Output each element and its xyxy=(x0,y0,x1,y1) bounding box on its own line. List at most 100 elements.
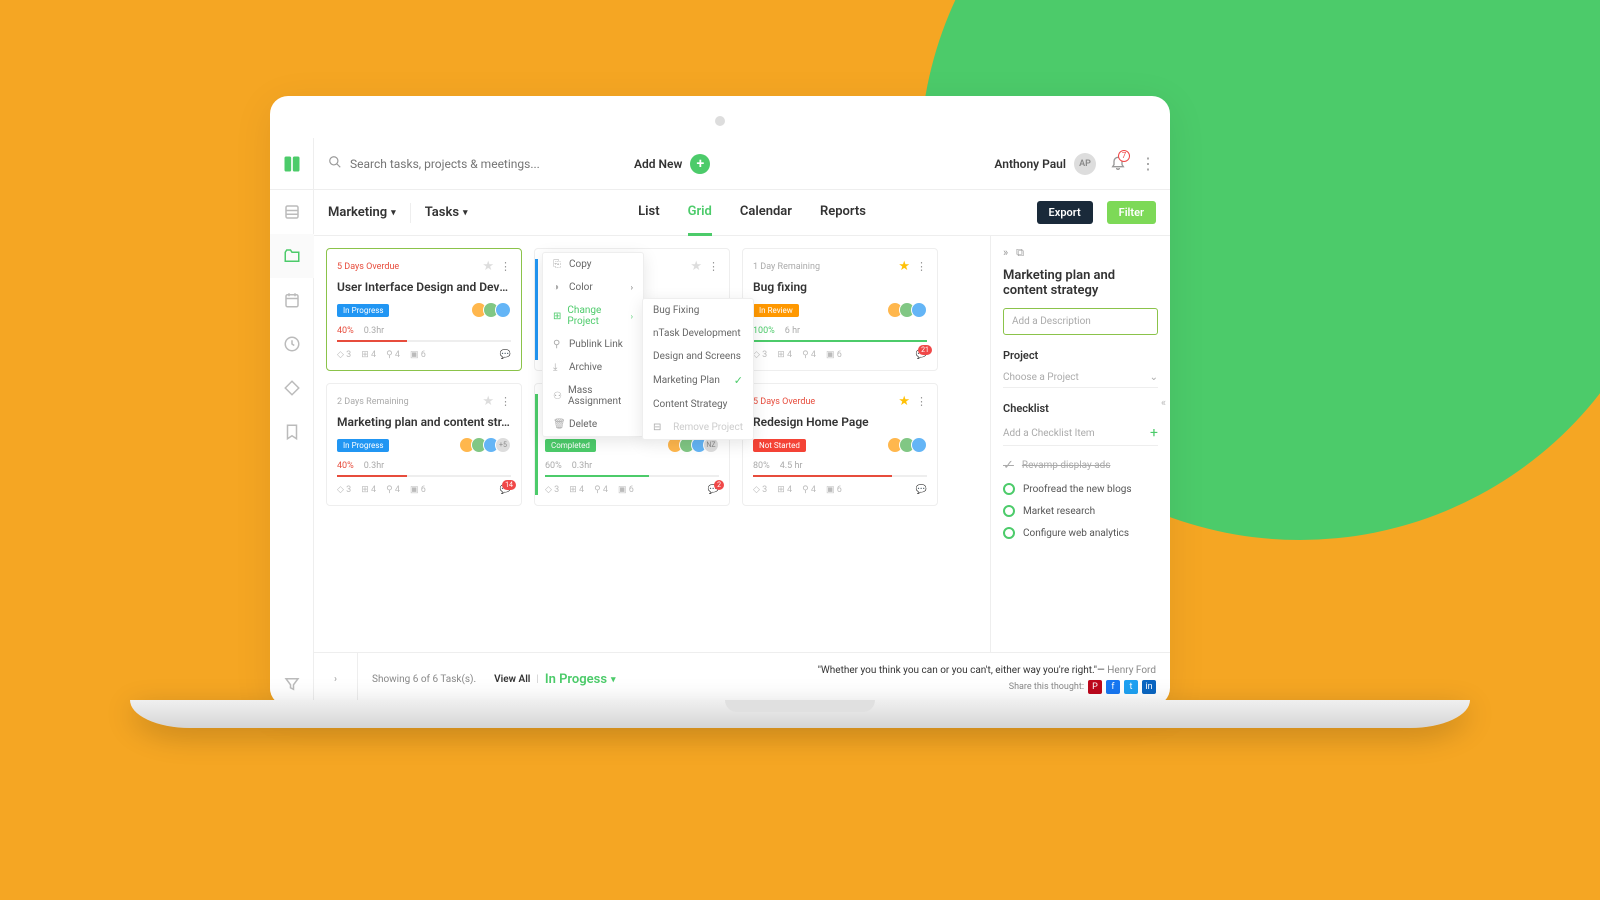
context-menu-item[interactable]: 🗑Delete xyxy=(543,413,643,436)
subheader: Marketing ▾ Tasks ▾ List Grid Calendar R… xyxy=(314,190,1170,236)
panel-expand-icon[interactable]: » xyxy=(1003,246,1008,260)
project-select[interactable]: Choose a Project ⌄ xyxy=(1003,368,1158,388)
meta-subtasks: ⊞ 4 xyxy=(777,350,792,360)
task-card[interactable]: 1 Day Remaining ★ ⋮ Bug fixing In Review… xyxy=(742,248,938,371)
nav-diamond-icon[interactable] xyxy=(270,366,314,410)
checklist-item[interactable]: Configure web analytics xyxy=(1003,527,1158,539)
checklist-item[interactable]: Market research xyxy=(1003,505,1158,517)
nav-time-icon[interactable] xyxy=(270,322,314,366)
tab-list[interactable]: List xyxy=(638,190,659,236)
star-icon[interactable]: ★ xyxy=(898,394,910,409)
comments-icon[interactable]: 💬21 xyxy=(916,350,927,360)
star-icon[interactable]: ★ xyxy=(482,259,494,274)
add-checklist-icon[interactable]: + xyxy=(1150,425,1158,441)
tab-reports[interactable]: Reports xyxy=(820,190,866,236)
project-submenu: Bug FixingnTask DevelopmentDesign and Sc… xyxy=(642,298,754,440)
facebook-icon[interactable]: f xyxy=(1106,680,1120,694)
submenu-item[interactable]: Marketing Plan✓ xyxy=(643,368,753,393)
nav-bookmark-icon[interactable] xyxy=(270,410,314,454)
meta-priority: ◇ 3 xyxy=(753,350,767,360)
search-icon xyxy=(328,154,342,173)
comments-icon[interactable]: 💬 xyxy=(916,485,927,495)
panel-collapse-icon[interactable]: « xyxy=(1161,396,1166,409)
context-menu-item[interactable]: ⚇Mass Assignment xyxy=(543,379,643,413)
card-menu-icon[interactable]: ⋮ xyxy=(916,260,927,273)
submenu-item: ⊟Remove Project xyxy=(643,416,753,439)
submenu-item[interactable]: Design and Screens xyxy=(643,345,753,368)
context-menu: ⎘Copy◑Color›⊞Change Project›⚲Publink Lin… xyxy=(542,252,644,437)
status-badge: Completed xyxy=(545,439,596,452)
due-label: 1 Day Remaining xyxy=(753,262,820,272)
due-label: 5 Days Overdue xyxy=(337,262,399,272)
nav-board-icon[interactable] xyxy=(270,190,314,234)
add-new-button[interactable]: Add New + xyxy=(634,154,710,174)
filter-button[interactable]: Filter xyxy=(1107,201,1156,224)
assignee-avatars xyxy=(887,437,927,453)
view-all-link[interactable]: View All xyxy=(494,674,530,685)
panel-title: Marketing plan and content strategy xyxy=(1003,268,1158,298)
context-menu-item[interactable]: ◑Color› xyxy=(543,276,643,299)
meta-subtasks: ⊞ 4 xyxy=(777,485,792,495)
meta-images: ▣ 6 xyxy=(826,350,842,360)
status-badge: In Progress xyxy=(337,304,389,317)
star-icon[interactable]: ★ xyxy=(898,259,910,274)
tab-calendar[interactable]: Calendar xyxy=(740,190,792,236)
task-card[interactable]: 5 Days Overdue ★ ⋮ Redesign Home Page No… xyxy=(742,383,938,506)
card-menu-icon[interactable]: ⋮ xyxy=(500,260,511,273)
search-input[interactable] xyxy=(350,157,614,171)
export-button[interactable]: Export xyxy=(1037,201,1093,224)
meta-subtasks: ⊞ 4 xyxy=(361,350,376,360)
card-menu-icon[interactable]: ⋮ xyxy=(500,395,511,408)
sidebar xyxy=(270,138,314,706)
card-menu-icon[interactable]: ⋮ xyxy=(916,395,927,408)
more-menu-icon[interactable]: ⋮ xyxy=(1140,154,1156,173)
context-menu-item[interactable]: ⚲Publink Link xyxy=(543,333,643,356)
linkedin-icon[interactable]: in xyxy=(1142,680,1156,694)
footer-expand-icon[interactable]: › xyxy=(314,653,358,707)
description-input[interactable]: Add a Description xyxy=(1003,308,1158,335)
panel-popout-icon[interactable]: ⧉ xyxy=(1016,246,1024,260)
card-menu-icon[interactable]: ⋮ xyxy=(708,260,719,273)
assignee-avatars xyxy=(887,302,927,318)
meta-attachments: ⚲ 4 xyxy=(386,485,400,495)
caret-down-icon: ▾ xyxy=(463,208,468,218)
comments-icon[interactable]: 💬 xyxy=(500,350,511,360)
due-label: 2 Days Remaining xyxy=(337,397,409,407)
comments-icon[interactable]: 💬14 xyxy=(500,485,511,495)
meta-subtasks: ⊞ 4 xyxy=(569,485,584,495)
task-card[interactable]: 5 Days Overdue ★ ⋮ User Interface Design… xyxy=(326,248,522,371)
topbar: Add New + Anthony Paul AP 7 ⋮ xyxy=(314,138,1170,190)
cards-grid-area: 5 Days Overdue ★ ⋮ User Interface Design… xyxy=(314,236,990,652)
pinterest-icon[interactable]: P xyxy=(1088,680,1102,694)
submenu-item[interactable]: Content Strategy xyxy=(643,393,753,416)
context-menu-item[interactable]: ⊞Change Project› xyxy=(543,299,643,333)
nav-calendar-icon[interactable] xyxy=(270,278,314,322)
status-filter-dropdown[interactable]: In Progess ▾ xyxy=(545,672,616,687)
context-menu-item[interactable]: ⎘Copy xyxy=(543,253,643,276)
submenu-item[interactable]: Bug Fixing xyxy=(643,299,753,322)
notifications-bell[interactable]: 7 xyxy=(1110,154,1126,174)
star-icon[interactable]: ★ xyxy=(690,259,702,274)
assignee-avatars xyxy=(471,302,511,318)
laptop-base xyxy=(130,700,1470,728)
meta-attachments: ⚲ 4 xyxy=(386,350,400,360)
star-icon[interactable]: ★ xyxy=(482,394,494,409)
submenu-item[interactable]: nTask Development xyxy=(643,322,753,345)
app-logo[interactable] xyxy=(270,138,314,190)
context-menu-item[interactable]: ⤓Archive xyxy=(543,356,643,379)
task-card[interactable]: 2 Days Remaining ★ ⋮ Marketing plan and … xyxy=(326,383,522,506)
tab-grid[interactable]: Grid xyxy=(688,190,712,236)
user-menu[interactable]: Anthony Paul AP xyxy=(994,153,1096,175)
project-dropdown[interactable]: Marketing ▾ xyxy=(328,205,396,220)
comments-icon[interactable]: 💬2 xyxy=(708,485,719,495)
checklist-item[interactable]: ✓Revamp display ads xyxy=(1003,458,1158,473)
checklist-add-input[interactable]: Add a Checklist Item + xyxy=(1003,421,1158,446)
plus-icon: + xyxy=(690,154,710,174)
user-name: Anthony Paul xyxy=(994,157,1066,171)
twitter-icon[interactable]: t xyxy=(1124,680,1138,694)
laptop-frame: Add New + Anthony Paul AP 7 ⋮ Mark xyxy=(270,96,1170,706)
nav-folder-icon[interactable] xyxy=(270,234,314,278)
view-dropdown[interactable]: Tasks ▾ xyxy=(425,205,468,220)
meta-images: ▣ 6 xyxy=(826,485,842,495)
checklist-item[interactable]: Proofread the new blogs xyxy=(1003,483,1158,495)
